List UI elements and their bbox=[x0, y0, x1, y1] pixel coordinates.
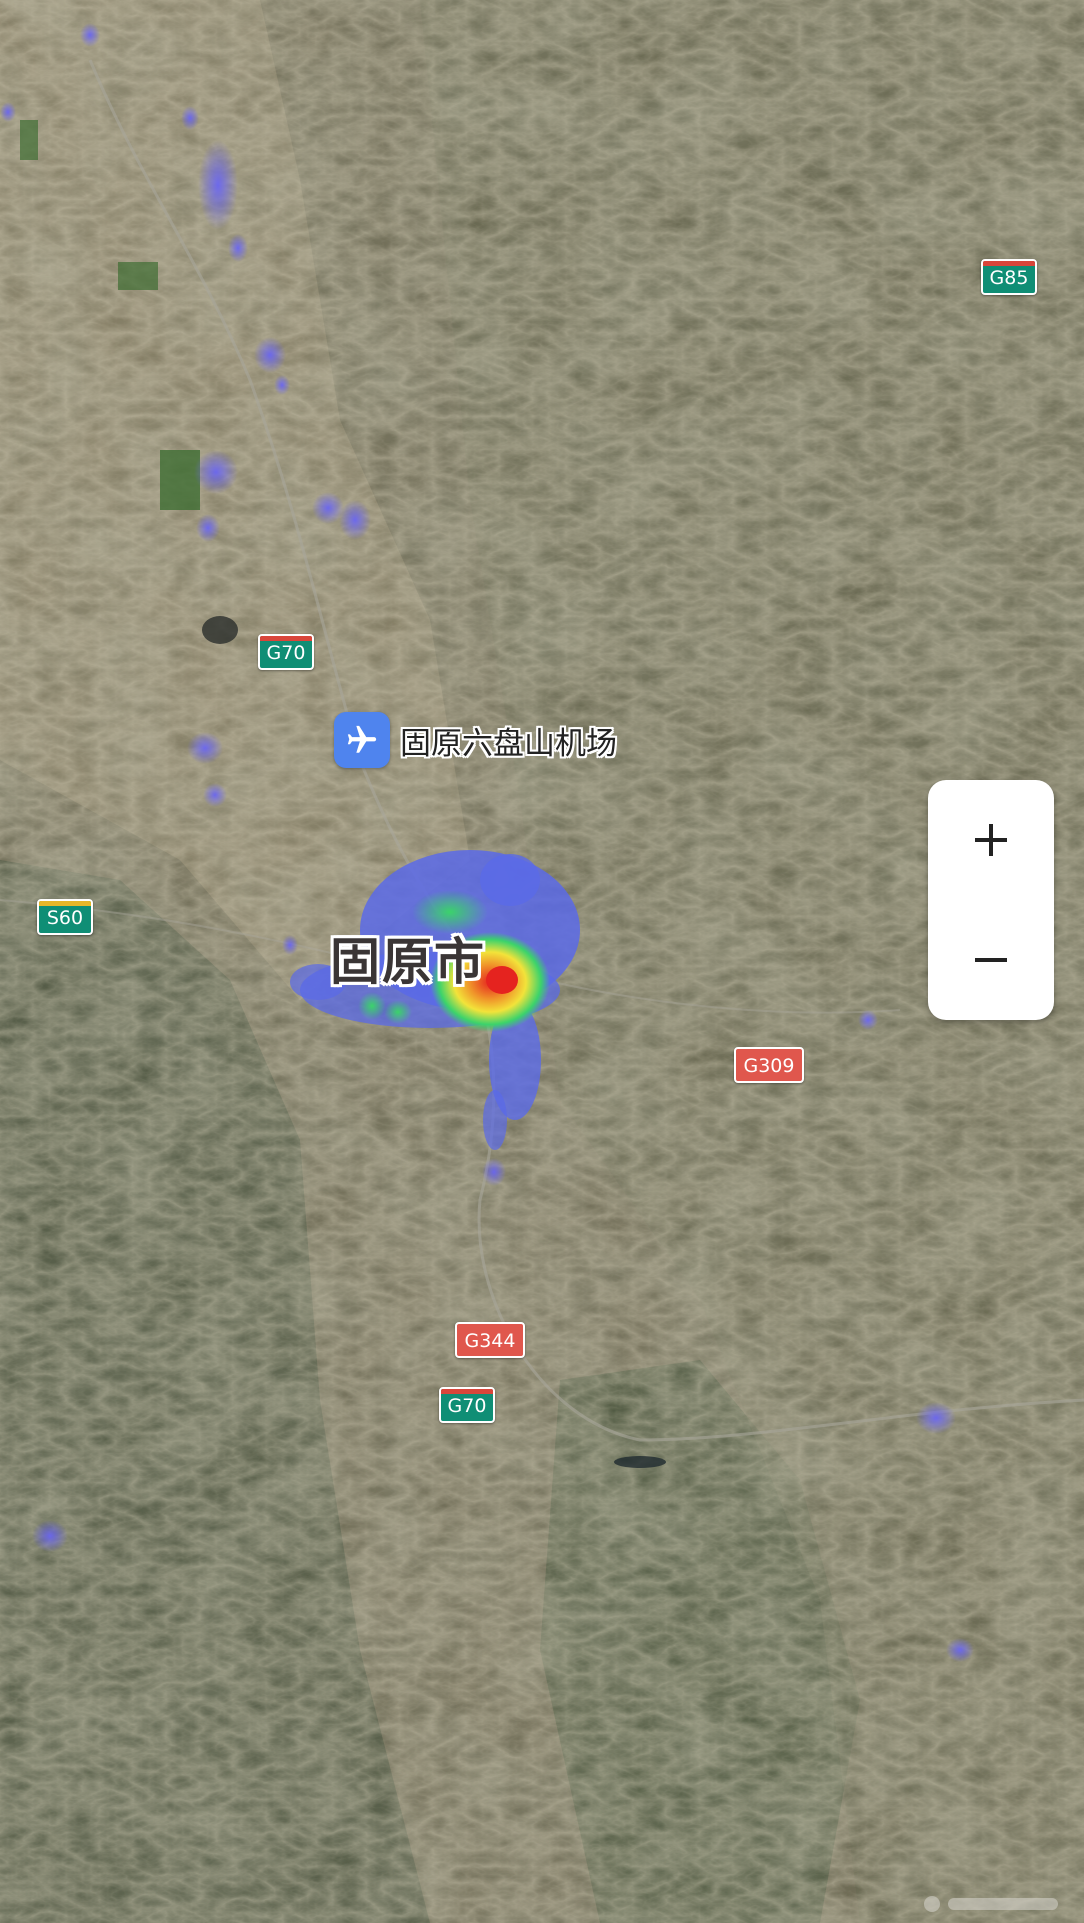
highway-shield-g70-south[interactable]: G70 bbox=[439, 1387, 495, 1423]
airplane-icon bbox=[334, 712, 390, 768]
plus-icon bbox=[975, 824, 1007, 856]
highway-shield-s60[interactable]: S60 bbox=[37, 899, 93, 935]
highway-shield-g344[interactable]: G344 bbox=[455, 1322, 525, 1358]
satellite-imagery[interactable] bbox=[0, 0, 1084, 1923]
minus-icon bbox=[975, 958, 1007, 962]
city-label[interactable]: 固原市 bbox=[330, 922, 486, 994]
highway-shield-g309[interactable]: G309 bbox=[734, 1047, 804, 1083]
zoom-in-button[interactable] bbox=[928, 780, 1054, 900]
highway-shield-g70-north[interactable]: G70 bbox=[258, 634, 314, 670]
map-view[interactable]: G85 G70 S60 G309 G344 G70 固原六盘山机场 固原市 bbox=[0, 0, 1084, 1923]
zoom-out-button[interactable] bbox=[928, 900, 1054, 1020]
zoom-control bbox=[928, 780, 1054, 1020]
highway-shield-g85[interactable]: G85 bbox=[981, 259, 1037, 295]
airport-label: 固原六盘山机场 bbox=[400, 725, 617, 762]
airport-poi[interactable]: 固原六盘山机场 bbox=[334, 712, 617, 768]
watermark-mark bbox=[924, 1896, 1058, 1912]
